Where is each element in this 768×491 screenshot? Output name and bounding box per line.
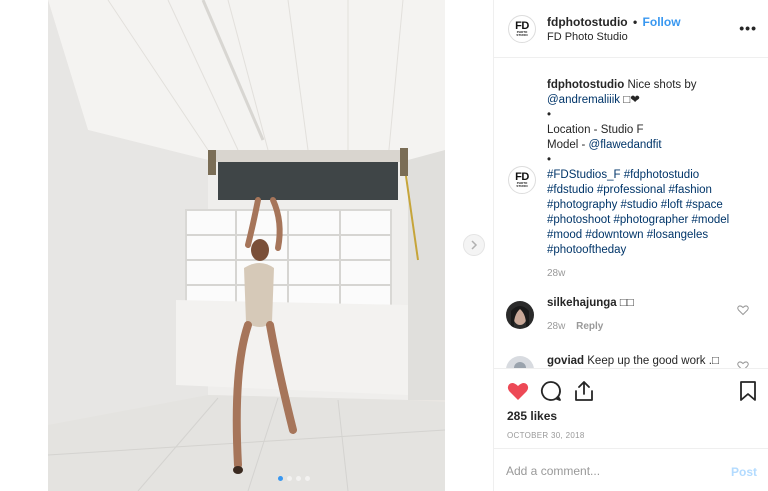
comment-input[interactable] xyxy=(506,461,716,481)
like-heart-icon[interactable] xyxy=(506,379,530,403)
post-photo[interactable] xyxy=(48,0,445,491)
post-details-pane: FD PHOTO STUDIO fdphotostudio • Follow F… xyxy=(493,0,768,491)
header-subtitle: FD Photo Studio xyxy=(547,31,628,43)
header-username[interactable]: fdphotostudio xyxy=(547,15,628,29)
carousel-dot[interactable] xyxy=(287,476,292,481)
caption-mention[interactable]: @andremaliiik xyxy=(547,94,620,106)
likes-count[interactable]: 285 likes xyxy=(507,409,557,423)
caption-mention[interactable]: @flawedandfit xyxy=(589,139,662,151)
like-comment-heart-icon[interactable] xyxy=(737,360,749,368)
header-user-line: fdphotostudio • Follow xyxy=(547,15,681,29)
reply-button[interactable]: Reply xyxy=(576,321,603,332)
account-avatar[interactable]: FD PHOTO STUDIO xyxy=(508,15,536,43)
comment-bubble-icon[interactable] xyxy=(539,379,563,403)
carousel-dot[interactable] xyxy=(296,476,301,481)
carousel-dot[interactable] xyxy=(305,476,310,481)
comment-item: goviad Keep up the good work .□ xyxy=(547,354,752,368)
comment-emoji: □ xyxy=(711,355,719,367)
caption-hashtags[interactable]: #photooftheday xyxy=(547,243,752,258)
comment-timestamp: 28w xyxy=(547,321,566,332)
caption-model-prefix: Model - xyxy=(547,139,589,151)
post-actions-bar: 285 likes OCTOBER 30, 2018 xyxy=(494,368,768,448)
add-comment-section: Post xyxy=(494,448,768,491)
caption-hashtags[interactable]: #photography #studio #loft #space xyxy=(547,198,752,213)
heart-emoji: ❤ xyxy=(630,94,640,106)
comment-text: Keep up the good work . xyxy=(587,355,712,367)
caption-bullet: • xyxy=(547,109,552,121)
commenter-avatar[interactable] xyxy=(506,301,534,329)
follow-button[interactable]: Follow xyxy=(643,15,681,29)
avatar-photo xyxy=(506,356,534,368)
caption-bullet: • xyxy=(547,154,552,166)
comment-username[interactable]: goviad xyxy=(547,355,584,367)
carousel-dots xyxy=(278,476,310,481)
next-photo-button[interactable] xyxy=(463,234,485,256)
share-icon[interactable] xyxy=(572,379,596,403)
avatar-logo-text: STUDIO xyxy=(516,184,528,188)
post-caption: fdphotostudio Nice shots by @andremaliii… xyxy=(547,78,752,281)
caption-hashtags[interactable]: #mood #downtown #losangeles xyxy=(547,228,752,243)
comment-emoji: □□ xyxy=(619,297,634,309)
avatar-logo-text: STUDIO xyxy=(516,33,528,37)
caption-hashtags[interactable]: #fdstudio #professional #fashion xyxy=(547,183,752,198)
like-comment-heart-icon[interactable] xyxy=(737,304,749,316)
post-comment-button[interactable]: Post xyxy=(731,465,757,479)
caption-hashtags[interactable]: #photoshoot #photographer #model xyxy=(547,213,752,228)
caption-hashtags[interactable]: #FDStudios_F #fdphotostudio xyxy=(547,168,752,183)
bookmark-icon[interactable] xyxy=(736,379,760,403)
post-date[interactable]: OCTOBER 30, 2018 xyxy=(507,431,585,440)
comment-item: silkehajunga □□ 28w Reply xyxy=(547,296,752,334)
caption-text: Nice shots by xyxy=(627,79,697,91)
caption-location: Location - Studio F xyxy=(547,124,644,136)
chevron-right-icon xyxy=(471,240,478,250)
avatar-photo xyxy=(506,301,534,329)
more-options-button[interactable]: ••• xyxy=(739,20,757,36)
post-header: FD PHOTO STUDIO fdphotostudio • Follow F… xyxy=(494,0,768,58)
commenter-avatar[interactable] xyxy=(506,356,534,368)
studio-photo-illustration xyxy=(48,0,445,491)
comments-list[interactable]: FD PHOTO STUDIO fdphotostudio Nice shots… xyxy=(494,58,768,368)
comment-username[interactable]: silkehajunga xyxy=(547,297,617,309)
carousel-dot[interactable] xyxy=(278,476,283,481)
caption-username[interactable]: fdphotostudio xyxy=(547,79,624,91)
caption-timestamp: 28w xyxy=(547,268,566,279)
caption-avatar[interactable]: FD PHOTO STUDIO xyxy=(508,166,536,194)
header-separator-dot: • xyxy=(632,15,638,29)
instagram-post-modal: FD PHOTO STUDIO fdphotostudio • Follow F… xyxy=(0,0,768,491)
